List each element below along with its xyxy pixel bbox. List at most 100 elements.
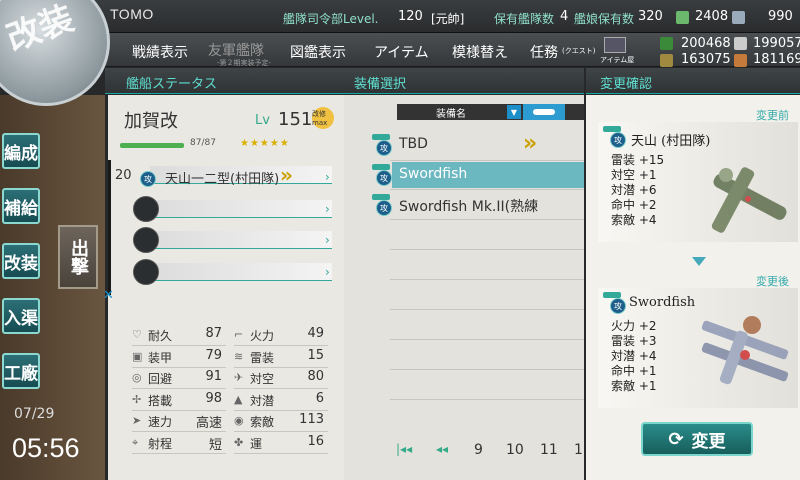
admiral-name: TOMO — [110, 6, 154, 22]
menu-record[interactable]: 戦績表示 — [132, 42, 188, 62]
stat-name: 対空 — [250, 372, 275, 386]
after-stat: 索敵 +1 — [611, 379, 657, 393]
stat-value: 16 — [307, 433, 324, 449]
steel-count: 199057 — [753, 36, 800, 51]
stat-value: 短 — [208, 437, 222, 453]
aircraft-filter-icon — [533, 109, 555, 115]
stat-name: 射程 — [148, 436, 173, 451]
item-shop-icon[interactable] — [604, 37, 626, 53]
stat-name: 雷装 — [250, 350, 275, 365]
hq-level-value: 120 — [398, 9, 423, 24]
stat-name: 運 — [250, 436, 263, 451]
stat-name: 耐久 — [148, 329, 173, 343]
torpedo-icon: ≋ — [234, 349, 244, 363]
row-divider — [390, 279, 584, 280]
fuel-icon — [660, 37, 673, 50]
stat-divider — [132, 366, 226, 368]
stat-divider — [132, 388, 226, 389]
change-confirm-button[interactable]: ⟳ 変更 — [641, 422, 753, 456]
type-filter-button[interactable] — [523, 104, 565, 120]
item-shop-label[interactable]: アイテム屋 — [600, 55, 634, 65]
row-divider — [390, 160, 584, 161]
stat-divider — [234, 388, 328, 389]
range-icon: ⌖ — [132, 435, 139, 449]
plane-icon — [372, 194, 390, 200]
row-divider — [390, 339, 584, 340]
stat-name: 対潜 — [250, 393, 275, 408]
torpedo-bomber-icon: 攻 — [376, 200, 392, 216]
ship-status-title: 艦船ステータス — [126, 77, 218, 92]
torpedo-bomber-icon: 攻 — [140, 171, 156, 187]
sort-dropdown-icon[interactable]: ▼ — [507, 105, 521, 119]
stat-divider — [132, 345, 226, 346]
slot-2-bar[interactable] — [150, 200, 332, 218]
slot-4-bar[interactable] — [150, 263, 332, 281]
asw-icon: ▲ — [234, 392, 243, 406]
stat-value: 113 — [299, 412, 324, 427]
nav-supply-button[interactable]: 補給 — [2, 188, 40, 224]
prev-page-icon[interactable]: ◂◂ — [436, 442, 448, 456]
fuel-count: 200468 — [681, 36, 731, 51]
plane-icon — [372, 134, 390, 140]
stat-name: 速力 — [148, 415, 173, 429]
swordfish-plane-illustration — [701, 316, 789, 385]
stat-value: 15 — [307, 347, 324, 363]
remove-equipment-icon[interactable]: ✕ — [103, 288, 114, 303]
menu-items[interactable]: アイテム — [374, 42, 429, 62]
slot-2-empty-icon — [133, 196, 159, 222]
before-equipment-name: 天山 (村田隊) — [631, 134, 711, 149]
stat-divider — [234, 431, 328, 432]
antiair-icon: ✈ — [234, 371, 244, 384]
stat-divider — [132, 431, 226, 432]
torpedo-bomber-icon: 攻 — [610, 132, 626, 148]
clover-icon: ✤ — [234, 435, 244, 449]
menu-quest[interactable]: 任務 — [530, 42, 558, 62]
stat-name: 索敵 — [250, 415, 275, 429]
slot-3-bar[interactable] — [150, 231, 332, 249]
stat-divider — [234, 345, 328, 346]
bauxite-icon — [734, 54, 747, 67]
stat-value: 49 — [307, 326, 324, 341]
speed-icon: ➤ — [132, 414, 142, 427]
row-divider — [390, 309, 584, 310]
refresh-icon: ⟳ — [668, 428, 684, 450]
page-number[interactable]: 1 — [574, 442, 583, 458]
page-number[interactable]: 9 — [474, 442, 483, 458]
plane-icon — [372, 164, 390, 170]
logo-text: 改装 — [1, 0, 79, 60]
nav-organize-button[interactable]: 編成 — [2, 133, 40, 169]
devmat-count: 990 — [768, 9, 793, 24]
stat-value: 91 — [205, 369, 222, 384]
ship-name: 加賀改 — [124, 111, 178, 132]
menu-furniture[interactable]: 模様替え — [452, 42, 508, 62]
remodel-max-badge: 改修max — [312, 107, 334, 129]
nav-remodel-button[interactable]: 改装 — [2, 243, 40, 279]
stat-divider — [132, 409, 226, 411]
after-label: 変更後 — [756, 275, 789, 288]
level-label: Lv — [255, 113, 270, 128]
page-number[interactable]: 11 — [540, 442, 558, 458]
nav-factory-button[interactable]: 工廠 — [2, 353, 40, 389]
hp-text: 87/87 — [190, 138, 216, 148]
stat-name: 装甲 — [148, 350, 173, 365]
nav-dock-button[interactable]: 入渠 — [2, 298, 40, 334]
ship-stats-grid: ♡ 耐久 87 ⌐ 火力 49 ▣ 装甲 79 ≋ 雷装 15 ◎ 回避 91 ✈ 対空 80 ✢ 搭載 98 ▲ 対潜 6 ➤… — [132, 326, 328, 466]
hq-level-label: 艦隊司令部Level. — [283, 12, 379, 26]
change-button-label: 変更 — [691, 431, 726, 452]
nav-sortie-button[interactable]: 出撃 — [58, 225, 98, 289]
cannon-icon: ⌐ — [234, 328, 244, 341]
page-number[interactable]: 10 — [506, 442, 524, 458]
torpedo-bomber-icon: 攻 — [376, 170, 392, 186]
slot-1-arrow-icon: › — [325, 170, 330, 184]
port-logo[interactable]: 改装 — [0, 0, 110, 106]
stat-value: 87 — [205, 326, 222, 341]
slot-4-arrow-icon: › — [325, 265, 330, 279]
armor-icon: ▣ — [132, 349, 143, 363]
menu-library[interactable]: 図鑑表示 — [290, 42, 346, 62]
equipment-name-column-label[interactable]: 装備名 — [436, 105, 466, 120]
selected-chevron-icon: » — [523, 131, 538, 156]
stat-value: 80 — [307, 369, 324, 384]
first-page-icon[interactable]: |◂◂ — [396, 442, 412, 456]
bucket-count: 2408 — [695, 9, 729, 24]
row-divider — [390, 369, 584, 370]
